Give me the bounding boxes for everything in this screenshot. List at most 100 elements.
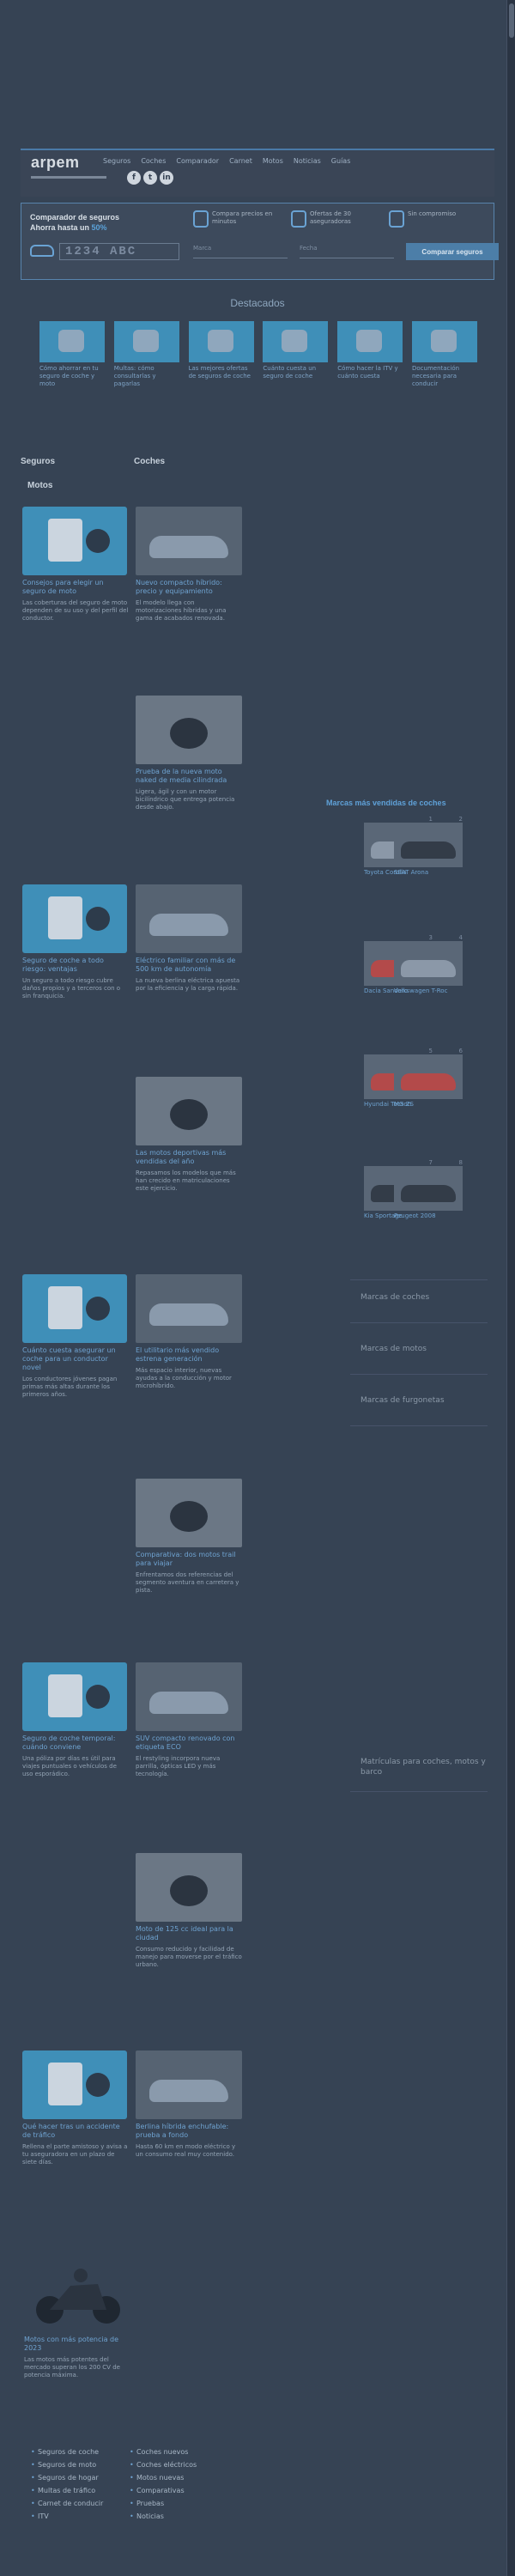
ranking-item[interactable]: 8 Peugeot 2008: [394, 1159, 463, 1219]
footer-link[interactable]: Coches eléctricos: [130, 2458, 228, 2471]
sidebar-link[interactable]: Marcas de furgonetas: [360, 1396, 445, 1405]
scrollbar[interactable]: [506, 0, 515, 2576]
article-card[interactable]: Cuánto cuesta asegurar un coche para un …: [22, 1274, 129, 1399]
nav-item[interactable]: Noticias: [294, 157, 321, 165]
motorcycle-image[interactable]: [24, 2260, 132, 2329]
article-title[interactable]: Consejos para elegir un seguro de moto: [22, 579, 129, 596]
article-image[interactable]: [136, 884, 242, 953]
article-title[interactable]: Seguro de coche temporal: cuándo convien…: [22, 1735, 129, 1752]
facebook-icon[interactable]: f: [127, 171, 141, 185]
article-image[interactable]: [136, 507, 242, 575]
sidebar-link[interactable]: Marcas de coches: [360, 1293, 429, 1302]
nav-item[interactable]: Coches: [141, 157, 166, 165]
article-image[interactable]: [136, 1077, 242, 1145]
nav-item[interactable]: Guías: [331, 157, 351, 165]
article-card[interactable]: Qué hacer tras un accidente de tráfico R…: [22, 2050, 129, 2166]
ranking-item[interactable]: 6 MG ZS: [394, 1048, 463, 1108]
compare-button[interactable]: Comparar seguros: [406, 243, 499, 260]
article-card[interactable]: Eléctrico familiar con más de 500 km de …: [136, 884, 242, 993]
brand-field[interactable]: Marca: [193, 245, 288, 258]
topic-card[interactable]: Las mejores ofertas de seguros de coche: [188, 321, 254, 388]
article-title[interactable]: Berlina híbrida enchufable: prueba a fon…: [136, 2123, 242, 2140]
article-title[interactable]: SUV compacto renovado con etiqueta ECO: [136, 1735, 242, 1752]
article-card[interactable]: Moto de 125 cc ideal para la ciudad Cons…: [136, 1853, 242, 1969]
topic-title[interactable]: Cómo ahorrar en tu seguro de coche y mot…: [39, 365, 105, 388]
article-card[interactable]: El utilitario más vendido estrena genera…: [136, 1274, 242, 1390]
article-card[interactable]: Las motos deportivas más vendidas del añ…: [136, 1077, 242, 1193]
article-card[interactable]: Prueba de la nueva moto naked de media c…: [136, 696, 242, 811]
article-image[interactable]: [136, 696, 242, 764]
nav-item[interactable]: Comparador: [176, 157, 219, 165]
article-image[interactable]: [22, 884, 127, 953]
nav-item[interactable]: Seguros: [103, 157, 130, 165]
article-card[interactable]: Nuevo compacto híbrido: precio y equipam…: [136, 507, 242, 623]
footer-link[interactable]: Motos nuevas: [130, 2471, 228, 2484]
sidebar-link[interactable]: Marcas de motos: [360, 1345, 427, 1353]
article-title[interactable]: Las motos deportivas más vendidas del añ…: [136, 1149, 242, 1166]
footer-link[interactable]: Comparativas: [130, 2484, 228, 2497]
article-image[interactable]: [22, 507, 127, 575]
article-card[interactable]: Seguro de coche a todo riesgo: ventajas …: [22, 884, 129, 1000]
twitter-icon[interactable]: t: [143, 171, 157, 185]
sidebar-link[interactable]: Matrículas para coches, motos y barco: [360, 1757, 489, 1777]
ranking-item[interactable]: 4 Volkswagen T-Roc: [394, 934, 463, 994]
article-image[interactable]: [136, 1662, 242, 1731]
nav-item[interactable]: Carnet: [229, 157, 252, 165]
article-image[interactable]: [22, 1662, 127, 1731]
footer-link[interactable]: Seguros de moto: [31, 2458, 130, 2471]
article-card[interactable]: Comparativa: dos motos trail para viajar…: [136, 1479, 242, 1595]
article-image[interactable]: [22, 1274, 127, 1343]
ranking-caption[interactable]: MG ZS: [394, 1101, 463, 1108]
license-plate-input[interactable]: 1234 ABC: [59, 243, 179, 260]
article-card[interactable]: SUV compacto renovado con etiqueta ECO E…: [136, 1662, 242, 1778]
footer-link[interactable]: Noticias: [130, 2510, 228, 2523]
footer-link[interactable]: Seguros de coche: [31, 2445, 130, 2458]
article-card[interactable]: Seguro de coche temporal: cuándo convien…: [22, 1662, 129, 1778]
article-title[interactable]: Nuevo compacto híbrido: precio y equipam…: [136, 579, 242, 596]
date-field[interactable]: Fecha: [300, 245, 394, 258]
article-title[interactable]: Seguro de coche a todo riesgo: ventajas: [22, 957, 129, 974]
ranking-caption[interactable]: Peugeot 2008: [394, 1212, 463, 1219]
linkedin-icon[interactable]: in: [160, 171, 173, 185]
article-title[interactable]: Moto de 125 cc ideal para la ciudad: [136, 1925, 242, 1942]
article-title[interactable]: Eléctrico familiar con más de 500 km de …: [136, 957, 242, 974]
topic-title[interactable]: Las mejores ofertas de seguros de coche: [189, 365, 254, 380]
car-image[interactable]: [394, 1166, 463, 1211]
topic-card[interactable]: Cómo ahorrar en tu seguro de coche y mot…: [39, 321, 105, 388]
footer-link[interactable]: Seguros de hogar: [31, 2471, 130, 2484]
topic-title[interactable]: Documentación necesaria para conducir: [412, 365, 477, 388]
scrollbar-thumb[interactable]: [509, 3, 514, 38]
article-card[interactable]: Motos con más potencia de 2023 Las motos…: [24, 2332, 130, 2379]
nav-item[interactable]: Motos: [263, 157, 283, 165]
footer-link[interactable]: Carnet de conducir: [31, 2497, 130, 2510]
footer-link[interactable]: ITV: [31, 2510, 130, 2523]
article-title[interactable]: Qué hacer tras un accidente de tráfico: [22, 2123, 129, 2140]
article-title[interactable]: Cuánto cuesta asegurar un coche para un …: [22, 1346, 129, 1372]
ranking-item[interactable]: 2 SEAT Arona: [394, 816, 463, 876]
article-card[interactable]: Consejos para elegir un seguro de moto L…: [22, 507, 129, 623]
car-image[interactable]: [394, 823, 463, 867]
footer-link[interactable]: Pruebas: [130, 2497, 228, 2510]
article-title[interactable]: Comparativa: dos motos trail para viajar: [136, 1551, 242, 1568]
topic-title[interactable]: Cómo hacer la ITV y cuánto cuesta: [337, 365, 403, 380]
topic-card[interactable]: Multas: cómo consultarlas y pagarlas: [113, 321, 179, 388]
ranking-caption[interactable]: Volkswagen T-Roc: [394, 987, 463, 994]
car-image[interactable]: [394, 1054, 463, 1099]
article-image[interactable]: [136, 1274, 242, 1343]
article-image[interactable]: [136, 1853, 242, 1922]
topic-card[interactable]: Documentación necesaria para conducir: [411, 321, 477, 388]
topic-card[interactable]: Cómo hacer la ITV y cuánto cuesta: [337, 321, 403, 388]
topic-title[interactable]: Cuánto cuesta un seguro de coche: [263, 365, 328, 380]
footer-link[interactable]: Coches nuevos: [130, 2445, 228, 2458]
article-card[interactable]: Berlina híbrida enchufable: prueba a fon…: [136, 2050, 242, 2159]
car-image[interactable]: [394, 941, 463, 986]
site-logo[interactable]: arpem: [31, 154, 80, 172]
topic-title[interactable]: Multas: cómo consultarlas y pagarlas: [114, 365, 179, 388]
article-title[interactable]: Prueba de la nueva moto naked de media c…: [136, 768, 242, 785]
footer-link[interactable]: Multas de tráfico: [31, 2484, 130, 2497]
article-title[interactable]: El utilitario más vendido estrena genera…: [136, 1346, 242, 1364]
article-image[interactable]: [22, 2050, 127, 2119]
article-image[interactable]: [136, 2050, 242, 2119]
topic-card[interactable]: Cuánto cuesta un seguro de coche: [263, 321, 329, 388]
ranking-caption[interactable]: SEAT Arona: [394, 869, 463, 876]
